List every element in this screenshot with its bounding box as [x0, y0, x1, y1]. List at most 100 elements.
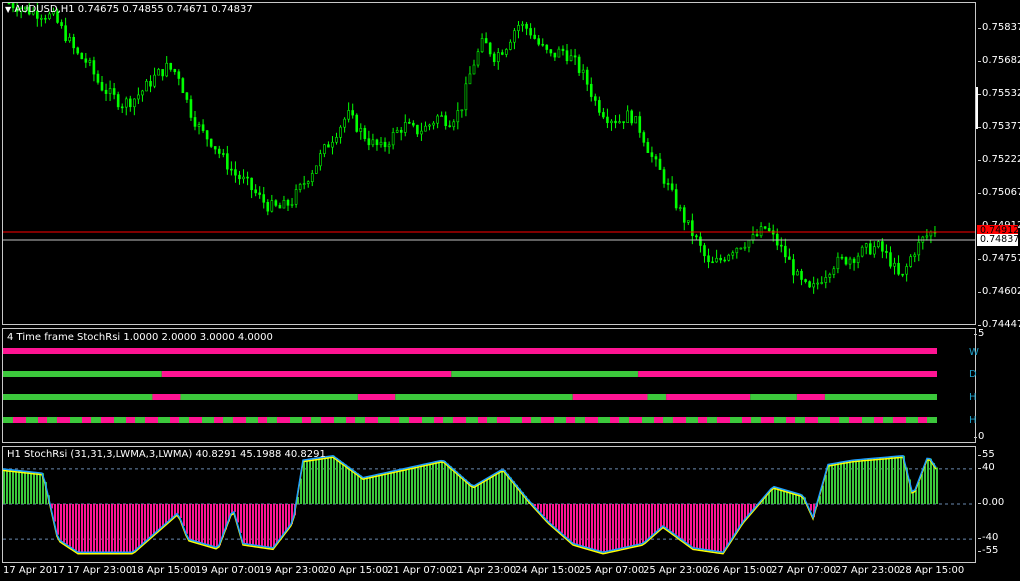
osc-bar [18, 470, 20, 504]
candle-body [116, 94, 120, 108]
candle-body [197, 124, 201, 127]
candle-body [209, 138, 213, 147]
osc-bar [699, 504, 701, 549]
candle-body [270, 200, 274, 212]
candle-body [703, 245, 706, 257]
osc-bar [483, 480, 485, 504]
mtf-segment [267, 417, 277, 423]
mtf-segment [365, 417, 378, 423]
osc-bar [246, 504, 248, 544]
candle-body [687, 220, 690, 223]
candle-body [844, 257, 848, 265]
candle-body [222, 153, 225, 155]
candle-body [44, 17, 47, 20]
mtf-segment [862, 417, 874, 423]
mtf-segment [717, 417, 730, 423]
candle-body [529, 28, 532, 36]
osc-bar [36, 472, 38, 504]
mtf-segment [774, 417, 786, 423]
osc-bar [621, 504, 623, 549]
candle-body [246, 176, 249, 179]
osc-bar [276, 504, 278, 544]
candle-body [577, 56, 581, 73]
osc-bar [159, 504, 161, 530]
mtf-stochrsi-pane[interactable]: 4 Time frame StochRsi 1.0000 2.0000 3.00… [2, 328, 979, 443]
symbol-quote-text: AUDUSD,H1 0.74675 0.74855 0.74671 0.7483… [14, 4, 253, 15]
candle-body [100, 82, 104, 91]
candle-body [238, 174, 241, 180]
candle-body [670, 183, 674, 190]
mtf-segment [642, 417, 654, 423]
candle-body [581, 69, 585, 73]
osc-bar [573, 504, 575, 544]
candle-body [282, 199, 286, 209]
candle-body [553, 52, 557, 58]
osc-bar [198, 504, 200, 543]
osc-tick-label: -40 [977, 532, 999, 544]
candle-body [674, 189, 678, 209]
osc-bar [843, 461, 845, 504]
candle-body [630, 110, 633, 124]
scroll-marker[interactable] [976, 87, 978, 129]
osc-bar [453, 468, 455, 504]
candle-body [800, 270, 803, 280]
candle-body [161, 69, 164, 77]
osc-bar [558, 504, 560, 531]
dropdown-triangle-icon[interactable]: ▼ [5, 5, 11, 14]
mtf-segment [795, 417, 805, 423]
candle-body [262, 194, 266, 203]
candle-body [444, 115, 447, 127]
candle-body [436, 115, 439, 124]
current-price-tag: 0.74837 [977, 234, 1019, 246]
time-tick-label: 21 Apr 23:00 [451, 565, 517, 576]
osc-bar [426, 463, 428, 504]
candle-body [492, 53, 496, 63]
candle-body [848, 258, 852, 265]
mtf-segment [654, 417, 663, 423]
candle-body [193, 117, 197, 127]
osc-bar [309, 459, 311, 504]
mtf-segment [311, 417, 321, 423]
mtf-segment [378, 417, 390, 423]
osc-bar [645, 504, 647, 542]
mtf-segment [629, 417, 642, 423]
candle-body [306, 181, 310, 184]
osc-bar [567, 504, 569, 539]
mtf-segment [686, 417, 698, 423]
osc-bar [828, 464, 830, 504]
mtf-segment [575, 417, 585, 423]
mtf-segment [647, 394, 667, 400]
candle-body [525, 23, 528, 29]
price-tick-label: 0.74447 [977, 319, 1020, 330]
price-chart-pane[interactable]: ▼ AUDUSD,H1 0.74675 0.74855 0.74671 0.74… [2, 2, 976, 325]
osc-bar [27, 471, 29, 504]
candle-body [622, 121, 625, 123]
osc-bar [339, 460, 341, 504]
mtf-segment [893, 417, 906, 423]
time-tick-label: 20 Apr 15:00 [323, 565, 389, 576]
mtf-segment [233, 417, 246, 423]
osc-bar [714, 504, 716, 551]
mtf-segment [805, 417, 818, 423]
candle-body [638, 116, 642, 133]
osc-bar [204, 504, 206, 544]
osc-bar [414, 466, 416, 504]
candle-body [72, 37, 75, 49]
osc-bar [495, 473, 497, 504]
osc-bar [678, 504, 680, 537]
price-tick-label: 0.75532 [977, 88, 1020, 99]
osc-bar [501, 470, 503, 504]
osc-bar [639, 504, 641, 545]
mtf-segment [390, 417, 399, 423]
candle-body [84, 58, 88, 63]
osc-bar [93, 504, 95, 553]
candle-body [169, 62, 173, 70]
osc-bar [570, 504, 572, 541]
candle-body [723, 259, 726, 262]
osc-bar [63, 504, 65, 543]
price-tick-label: 0.74757 [977, 253, 1020, 264]
stochrsi-pane[interactable]: H1 StochRsi (31,31,3,LWMA,3,LWMA) 40.829… [2, 446, 976, 563]
osc-bar [21, 470, 23, 504]
candle-body [711, 261, 714, 264]
candle-body [149, 80, 152, 87]
